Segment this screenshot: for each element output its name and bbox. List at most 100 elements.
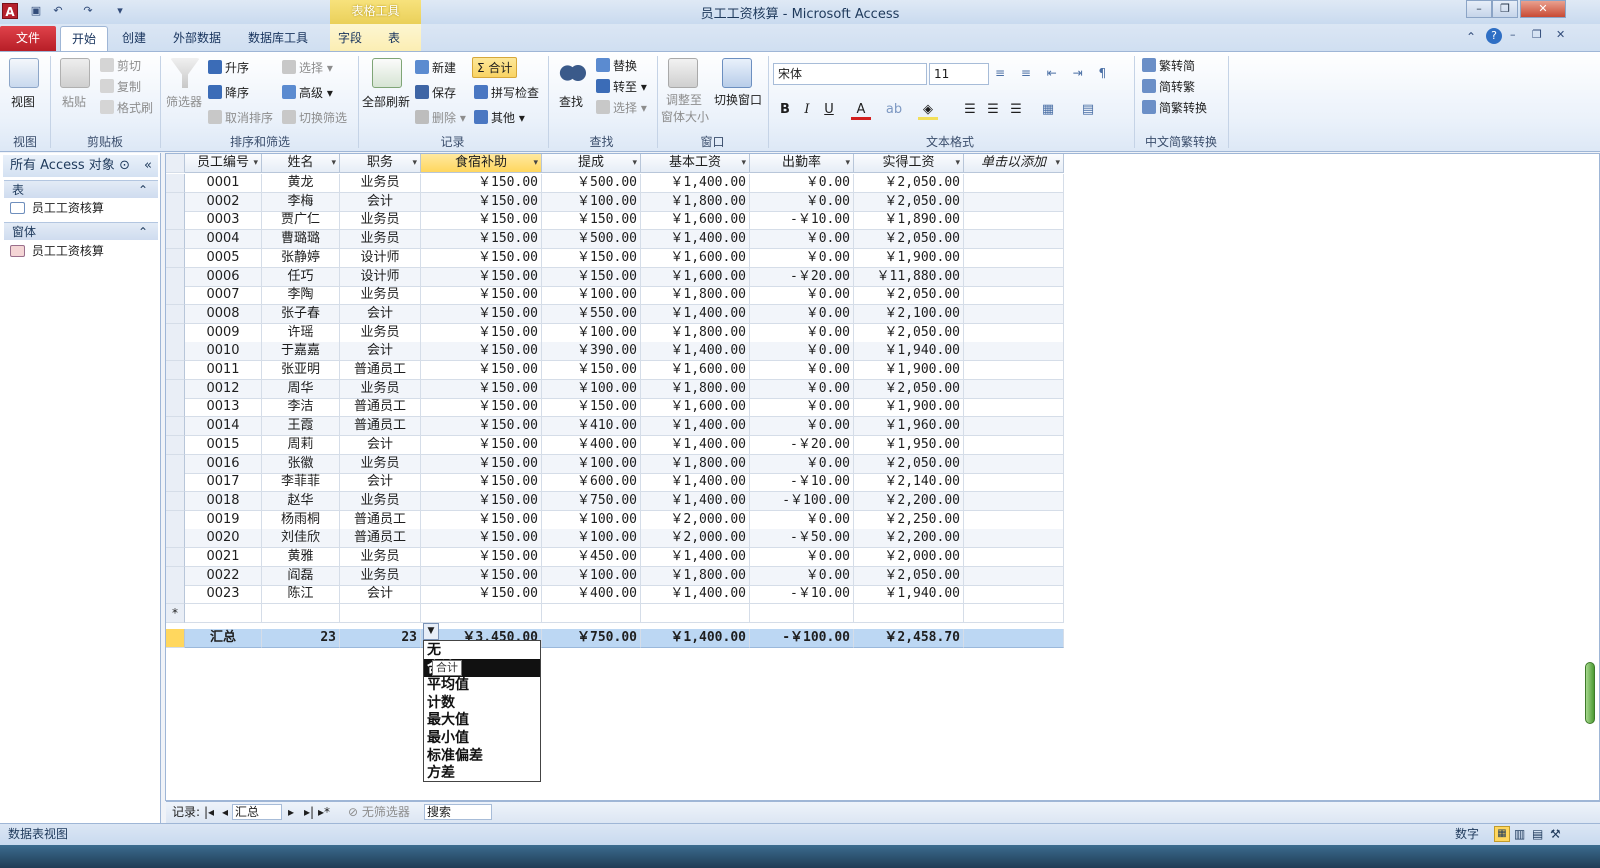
refresh-all-button[interactable]: 全部刷新 xyxy=(362,93,410,110)
record-selector[interactable] xyxy=(166,286,185,306)
last-record-icon[interactable]: ▸| xyxy=(304,802,314,822)
record-selector[interactable] xyxy=(166,192,185,212)
table-cell-empty[interactable] xyxy=(964,417,1064,437)
record-selector[interactable] xyxy=(166,628,185,648)
bold-button[interactable]: B xyxy=(775,100,795,120)
table-cell[interactable]: 0019 xyxy=(185,510,262,530)
italic-button[interactable]: I xyxy=(797,100,817,120)
table-cell[interactable]: ￥1,600.00 xyxy=(641,398,750,418)
table-cell-empty[interactable] xyxy=(340,604,421,624)
table-cell-empty[interactable] xyxy=(964,398,1064,418)
table-cell[interactable]: 李菲菲 xyxy=(262,473,340,493)
table-cell[interactable]: -￥10.00 xyxy=(750,585,854,605)
nav-form-item[interactable]: 员工工资核算 xyxy=(10,241,156,261)
align-right-icon[interactable]: ☰ xyxy=(1006,100,1026,120)
table-cell[interactable]: ￥2,250.00 xyxy=(854,510,964,530)
record-selector[interactable]: * xyxy=(166,604,185,624)
column-dropdown-icon[interactable]: ▾ xyxy=(1055,154,1060,172)
datasheet-view-icon[interactable]: ▦ xyxy=(1494,826,1510,842)
totals-cell[interactable]: ￥2,458.70 xyxy=(854,628,964,648)
table-cell[interactable]: ￥0.00 xyxy=(750,248,854,268)
table-cell[interactable]: ￥600.00 xyxy=(542,473,641,493)
table-cell[interactable]: ￥100.00 xyxy=(542,286,641,306)
table-cell[interactable]: ￥1,400.00 xyxy=(641,304,750,324)
toggle-filter-button[interactable]: 切换筛选 xyxy=(282,109,347,126)
table-cell[interactable]: 0016 xyxy=(185,454,262,474)
table-cell[interactable]: ￥450.00 xyxy=(542,548,641,567)
column-header[interactable]: 单击以添加 ▾ xyxy=(964,154,1064,173)
ribbon-minimize-icon[interactable]: ⌃ xyxy=(1466,30,1476,44)
tab-create[interactable]: 创建 xyxy=(114,26,154,51)
table-cell-empty[interactable] xyxy=(964,192,1064,212)
table-cell[interactable]: 业务员 xyxy=(340,174,421,193)
table-cell[interactable]: ￥500.00 xyxy=(542,230,641,250)
record-selector[interactable] xyxy=(166,174,185,193)
table-cell[interactable]: -￥20.00 xyxy=(750,435,854,455)
table-cell[interactable]: ￥150.00 xyxy=(542,361,641,380)
totals-cell[interactable]: -￥100.00 xyxy=(750,628,854,648)
table-cell[interactable]: ￥2,050.00 xyxy=(854,174,964,193)
table-cell[interactable]: 0008 xyxy=(185,304,262,324)
sort-ascending-button[interactable]: 升序 xyxy=(208,59,249,76)
table-cell[interactable]: ￥150.00 xyxy=(421,491,542,511)
table-cell[interactable]: ￥150.00 xyxy=(421,454,542,474)
column-header[interactable]: 食宿补助 ▾ xyxy=(421,154,542,173)
table-cell[interactable]: ￥100.00 xyxy=(542,379,641,399)
table-cell-empty[interactable] xyxy=(964,304,1064,324)
gridlines-icon[interactable]: ▦ xyxy=(1038,100,1058,120)
table-cell[interactable]: 阎磊 xyxy=(262,566,340,586)
table-cell[interactable]: 会计 xyxy=(340,435,421,455)
table-cell[interactable]: 0009 xyxy=(185,323,262,343)
table-cell-empty[interactable] xyxy=(964,379,1064,399)
table-cell[interactable]: 普通员工 xyxy=(340,510,421,530)
table-cell[interactable]: ￥1,940.00 xyxy=(854,585,964,605)
table-cell-empty[interactable] xyxy=(964,342,1064,362)
table-cell[interactable]: 业务员 xyxy=(340,491,421,511)
table-cell[interactable]: ￥150.00 xyxy=(421,286,542,306)
table-cell[interactable]: ￥150.00 xyxy=(421,248,542,268)
column-header[interactable]: 提成 ▾ xyxy=(542,154,641,173)
table-cell[interactable]: 周华 xyxy=(262,379,340,399)
table-cell[interactable]: ￥1,800.00 xyxy=(641,323,750,343)
table-cell[interactable]: 李梅 xyxy=(262,192,340,212)
table-cell[interactable]: ￥150.00 xyxy=(421,304,542,324)
table-cell[interactable]: ￥1,800.00 xyxy=(641,192,750,212)
chinese-convert-button[interactable]: 简繁转换 xyxy=(1142,99,1207,116)
table-cell[interactable]: 0023 xyxy=(185,585,262,605)
table-cell[interactable]: 会计 xyxy=(340,342,421,362)
table-cell[interactable]: 会计 xyxy=(340,192,421,212)
totals-cell[interactable]: ￥1,400.00 xyxy=(641,628,750,648)
search-input[interactable]: 搜索 xyxy=(424,804,492,820)
totals-function-option[interactable]: 标准偏差 xyxy=(424,747,540,765)
table-cell[interactable]: ￥150.00 xyxy=(421,510,542,530)
pivotchart-view-icon[interactable]: ▤ xyxy=(1532,824,1543,844)
column-dropdown-icon[interactable]: ▾ xyxy=(845,154,850,172)
table-cell-empty[interactable] xyxy=(964,286,1064,306)
column-dropdown-icon[interactable]: ▾ xyxy=(331,154,336,172)
table-cell[interactable]: ￥150.00 xyxy=(421,529,542,549)
column-header[interactable]: 基本工资 ▾ xyxy=(641,154,750,173)
traditional-to-simplified-button[interactable]: 繁转简 xyxy=(1142,57,1195,74)
align-left-icon[interactable]: ☰ xyxy=(960,100,980,120)
table-cell[interactable]: -￥20.00 xyxy=(750,267,854,287)
table-cell-empty[interactable] xyxy=(964,491,1064,511)
table-cell[interactable]: 张亚明 xyxy=(262,361,340,380)
record-selector[interactable] xyxy=(166,548,185,567)
table-cell-empty[interactable] xyxy=(750,604,854,624)
totals-cell[interactable]: 23 xyxy=(262,628,340,648)
table-cell[interactable]: ￥1,800.00 xyxy=(641,379,750,399)
table-cell[interactable]: 任巧 xyxy=(262,267,340,287)
totals-cell[interactable]: ￥750.00 xyxy=(542,628,641,648)
new-record-nav-icon[interactable]: ▸* xyxy=(318,802,330,822)
table-cell[interactable]: 0012 xyxy=(185,379,262,399)
table-cell[interactable]: 0005 xyxy=(185,248,262,268)
totals-function-option[interactable]: 平均值 xyxy=(424,676,540,694)
filter-status-button[interactable]: ⊘ 无筛选器 xyxy=(348,802,410,822)
record-selector[interactable] xyxy=(166,529,185,549)
record-selector[interactable] xyxy=(166,230,185,250)
table-cell[interactable]: 业务员 xyxy=(340,323,421,343)
table-cell[interactable]: ￥150.00 xyxy=(421,417,542,437)
table-cell[interactable]: 贾广仁 xyxy=(262,211,340,231)
table-cell[interactable]: ￥0.00 xyxy=(750,174,854,193)
table-cell[interactable]: 0014 xyxy=(185,417,262,437)
